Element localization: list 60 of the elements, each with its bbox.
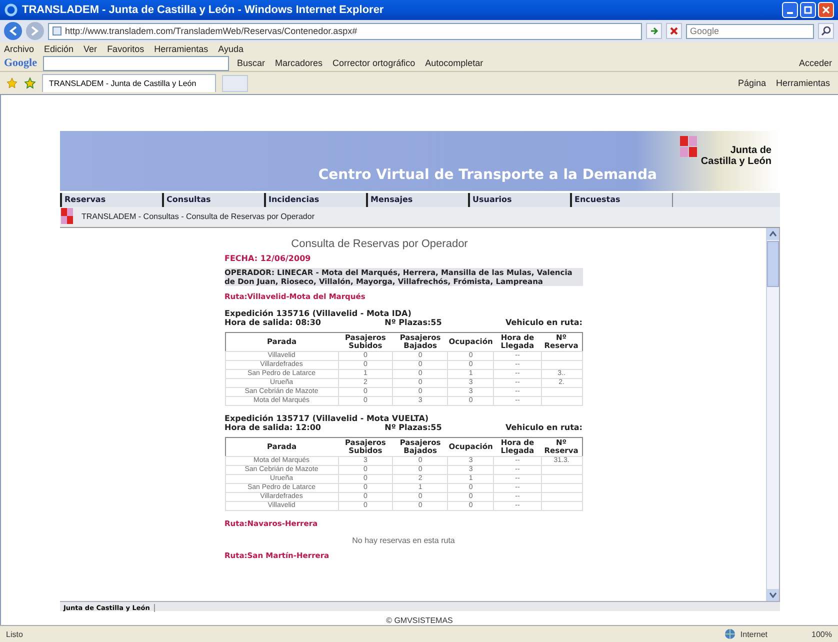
maximize-button[interactable] [800,2,816,18]
status-text: Listo [6,630,23,638]
address-field[interactable]: http://www.transladem.com/TranslademWeb/Reservas/Contenedor.aspx# [48,22,642,40]
date-label: FECHA: 12/06/2009 [224,254,312,263]
copyright-text: © GMVSISTEMAS [385,616,454,625]
add-favorite-icon[interactable] [24,77,36,89]
menu-item[interactable]: Archivo [4,44,34,54]
menu-item[interactable]: Ayuda [218,44,244,54]
star-icon[interactable] [6,77,18,89]
logo-text: Junta de Castilla y León [700,145,772,167]
autofill-button[interactable]: Autocompletar [423,58,486,68]
expedition-title: Expedición 135717 (Villavelid - Mota VUELTA) [224,414,430,423]
minimize-button[interactable] [782,2,798,18]
vehicle-label: Vehiculo en ruta: [505,318,582,327]
toolbar-search-field[interactable] [43,56,229,70]
vehicle-label: Vehiculo en ruta: [505,422,582,432]
seat-count: Nº Plazas:55 [384,422,442,432]
breadcrumb: TRANSLADEM - Consultas - Consulta de Reservas por Operador [82,212,314,222]
page-icon [52,26,62,36]
url-text: http://www.transladem.com/TranslademWeb/Reservas/Contenedor.aspx# [65,26,358,36]
menu-item[interactable]: Edición [44,44,74,54]
zoom-level[interactable]: 100% [812,630,832,638]
search-button[interactable] [818,23,834,39]
browser-logo-icon [4,3,18,17]
stop-button[interactable] [666,23,682,39]
up-caret-icon [768,230,776,237]
command-menu-button[interactable]: Herramientas [774,78,832,88]
maximize-icon [804,6,812,14]
seat-count: Nº Plazas:55 [384,318,442,327]
departure-time: Hora de salida: 12:00 [224,422,321,432]
close-icon [822,6,830,14]
down-caret-icon [768,592,776,598]
command-menu-button[interactable]: Página [736,78,768,88]
menu-item[interactable]: Favoritos [107,44,144,54]
globe-icon [724,628,736,640]
search-field[interactable]: Google [686,24,814,38]
arrow-icon [649,26,659,36]
scroll-thumb[interactable] [766,240,778,287]
google-logo: Google [4,57,37,69]
browser-tab[interactable]: TRANSLADEM - Junta de Castilla y León [42,74,216,92]
spelling-button[interactable]: Corrector ortográfico [330,58,418,68]
security-zone: Internet [740,630,768,638]
menu-item[interactable]: Herramientas [154,44,208,54]
close-button[interactable] [818,2,834,18]
empty-message: No hay reservas en esta ruta [351,536,456,545]
menu-item[interactable]: Ver [84,44,98,54]
back-button[interactable] [4,22,22,40]
search-icon [821,26,831,36]
sign-in-button[interactable]: Acceder [796,58,834,68]
bookmarks-button[interactable]: Marcadores [273,58,325,68]
page-heading: Consulta de Reservas por Operador [290,238,469,250]
refresh-button[interactable] [646,23,662,39]
scrollbar[interactable] [766,228,778,601]
window-title: TRANSLADEM - Junta de Castilla y León - Windows Internet Explorer [22,4,384,16]
stop-icon [669,26,679,36]
departure-time: Hora de salida: 08:30 [224,318,321,327]
banner-title: Centro Virtual de Transporte a la Demanda [318,166,657,183]
coat-of-arms-icon [678,135,699,159]
expedition-title: Expedición 135716 (Villavelid - Mota IDA) [224,308,412,318]
search-button[interactable]: Buscar [235,58,268,68]
